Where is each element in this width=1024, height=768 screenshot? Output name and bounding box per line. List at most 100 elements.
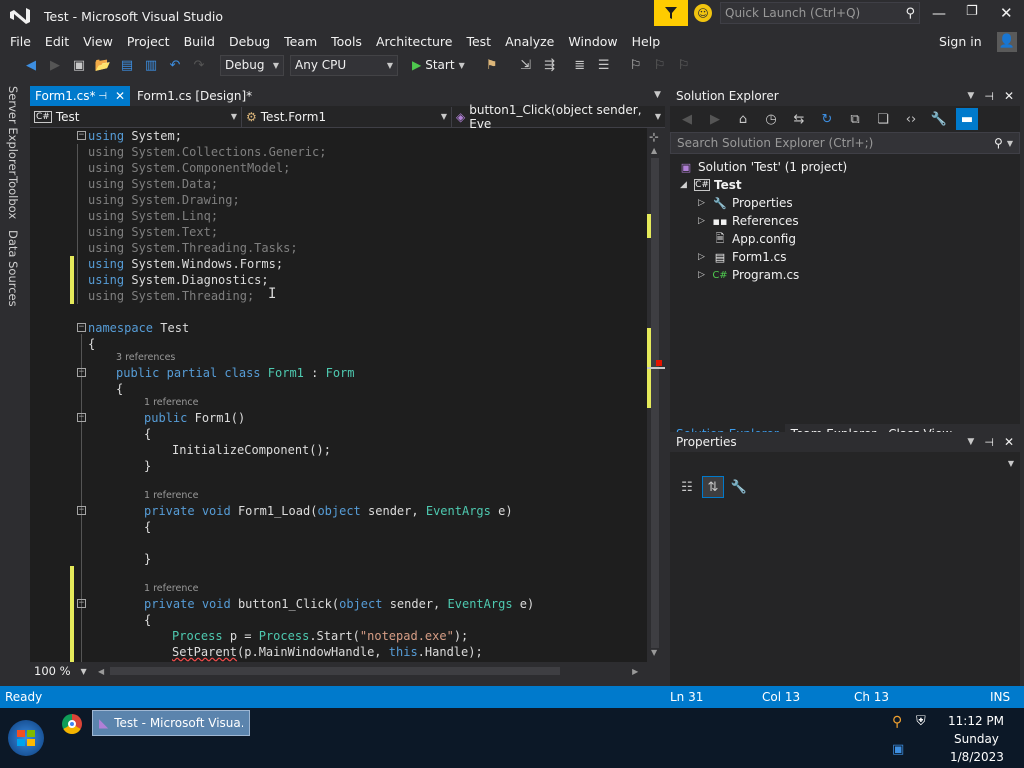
codelens-references[interactable]: 1 reference [144,583,198,594]
code-editor[interactable]: − using System; using System.Collections… [30,128,647,662]
new-project-icon[interactable]: ▣ [68,54,90,76]
close-panel-icon[interactable]: ✕ [1004,435,1014,449]
pending-changes-filter-icon[interactable]: ◷ [760,108,782,130]
menu-architecture[interactable]: Architecture [369,33,460,51]
collapse-method-icon[interactable]: − [77,413,86,422]
close-tab-icon[interactable]: ✕ [115,89,125,103]
alphabetical-icon[interactable]: ⇅ [702,476,724,498]
horizontal-scrollbar-thumb[interactable] [110,667,561,675]
action-center-tray-icon[interactable]: ▣ [892,742,904,757]
forward-navigate-icon[interactable]: ▶ [44,54,66,76]
step-into-icon[interactable]: ⇲ [515,54,537,76]
sign-in-link[interactable]: Sign in [939,34,982,49]
menu-file[interactable]: File [3,33,38,51]
browser-link-icon[interactable]: ⚑ [481,54,503,76]
collapsed-arrow-icon[interactable]: ▷ [698,252,712,262]
account-avatar-icon[interactable]: 👤 [997,32,1017,52]
editor-vertical-scrollbar[interactable]: ⊹ ▲ ▼ [647,128,665,662]
collapse-namespace-icon[interactable]: − [77,323,86,332]
back-icon[interactable]: ◀ [676,108,698,130]
close-window-button[interactable]: ✕ [1000,4,1016,22]
project-nav-dropdown[interactable]: C# Test ▼ [30,106,242,127]
scrollbar-thumb[interactable] [651,158,659,648]
bookmark-icon[interactable]: ⚐ [625,54,647,76]
network-tray-icon[interactable]: ⛨ [916,714,926,729]
object-selector-dropdown[interactable]: ▼ [670,452,1020,474]
minimize-button[interactable]: — [932,6,948,22]
windows-start-button-icon[interactable] [8,720,44,756]
pin-panel-icon[interactable]: ⊣ [984,436,994,449]
save-all-icon[interactable]: ▥ [140,54,162,76]
tree-item-properties[interactable]: ▷ 🔧 Properties [698,194,793,212]
solution-configuration-dropdown[interactable]: Debug ▼ [220,54,284,76]
menu-help[interactable]: Help [625,33,668,51]
collapsed-arrow-icon[interactable]: ▷ [698,216,712,226]
undo-icon[interactable]: ↶ [164,54,186,76]
menu-analyze[interactable]: Analyze [498,33,561,51]
view-code-icon[interactable]: ‹› [900,108,922,130]
member-nav-dropdown[interactable]: ◈ button1_Click(object sender, Eve ▼ [452,103,665,131]
next-bookmark-icon[interactable]: ⚐ [673,54,695,76]
scroll-down-arrow-icon[interactable]: ▼ [651,648,657,657]
scroll-right-arrow-icon[interactable]: ▶ [632,667,638,676]
collapse-class-icon[interactable]: − [77,368,86,377]
pin-panel-icon[interactable]: ⊣ [984,90,994,103]
quick-launch-box[interactable]: Quick Launch (Ctrl+Q) ⚲ [720,2,920,24]
home-icon[interactable]: ⌂ [732,108,754,130]
clock-time[interactable]: 11:12 PM [948,714,1004,728]
tab-form1-design[interactable]: Form1.cs [Design]* [132,86,257,106]
tree-item-solution[interactable]: ▣ Solution 'Test' (1 project) [678,158,847,176]
property-pages-wrench-icon[interactable]: 🔧 [728,476,750,498]
redo-icon[interactable]: ↷ [188,54,210,76]
search-tray-icon[interactable]: ⚲ [892,714,902,730]
uncomment-lines-icon[interactable]: ☰ [593,54,615,76]
tree-item-form1-cs[interactable]: ▷ ▤ Form1.cs [698,248,787,266]
menu-project[interactable]: Project [120,33,177,51]
chrome-taskbar-icon[interactable] [62,714,82,734]
data-sources-tab[interactable]: Data Sources [6,230,20,307]
solution-platform-dropdown[interactable]: Any CPU ▼ [290,54,398,76]
menu-debug[interactable]: Debug [222,33,277,51]
prev-bookmark-icon[interactable]: ⚐ [649,54,671,76]
collapsed-arrow-icon[interactable]: ▷ [698,270,712,280]
sync-with-document-icon[interactable]: ⇆ [788,108,810,130]
preview-selected-icon[interactable]: ▬ [956,108,978,130]
scroll-left-arrow-icon[interactable]: ◀ [98,667,104,676]
restore-button[interactable]: ❐ [966,4,982,20]
collapse-method-icon[interactable]: − [77,506,86,515]
toolbox-tab[interactable]: Toolbox [6,176,20,219]
menu-edit[interactable]: Edit [38,33,76,51]
window-position-dropdown-icon[interactable]: ▼ [967,91,974,101]
menu-window[interactable]: Window [561,33,624,51]
codelens-references[interactable]: 3 references [116,352,175,363]
show-all-files-icon[interactable]: ❏ [872,108,894,130]
start-debugging-button[interactable]: ▶ Start ▼ [412,58,465,72]
codelens-references[interactable]: 1 reference [144,397,198,408]
codelens-references[interactable]: 1 reference [144,490,198,501]
save-icon[interactable]: ▤ [116,54,138,76]
taskbar-vs-window-button[interactable]: ◣ Test - Microsoft Visua... [92,710,250,736]
properties-wrench-icon[interactable]: 🔧 [928,108,950,130]
tree-item-program-cs[interactable]: ▷ C# Program.cs [698,266,799,284]
split-editor-icon[interactable]: ⊹ [649,130,659,144]
menu-build[interactable]: Build [177,33,222,51]
type-nav-dropdown[interactable]: ⚙ Test.Form1 ▼ [242,106,452,127]
forward-icon[interactable]: ▶ [704,108,726,130]
menu-team[interactable]: Team [277,33,324,51]
tree-item-references[interactable]: ▷ ▪▪ References [698,212,799,230]
close-panel-icon[interactable]: ✕ [1004,89,1014,103]
open-file-icon[interactable]: 📂 [92,54,114,76]
zoom-dropdown[interactable]: 100 % ▼ [30,664,92,678]
collapsed-arrow-icon[interactable]: ▷ [698,198,712,208]
tree-item-app-config[interactable]: 🗎 App.config [712,230,796,248]
tab-overflow-chevron-icon[interactable]: ▼ [654,90,661,100]
tree-item-project-test[interactable]: ◢ C# Test [680,176,742,194]
smiley-feedback-icon[interactable]: ☺ [694,4,712,22]
menu-test[interactable]: Test [459,33,498,51]
collapse-method-icon[interactable]: − [77,599,86,608]
collapse-using-icon[interactable]: − [77,131,86,140]
collapse-all-icon[interactable]: ⧉ [844,108,866,130]
categorized-icon[interactable]: ☷ [676,476,698,498]
expanded-arrow-icon[interactable]: ◢ [680,180,694,190]
step-over-icon[interactable]: ⇶ [539,54,561,76]
